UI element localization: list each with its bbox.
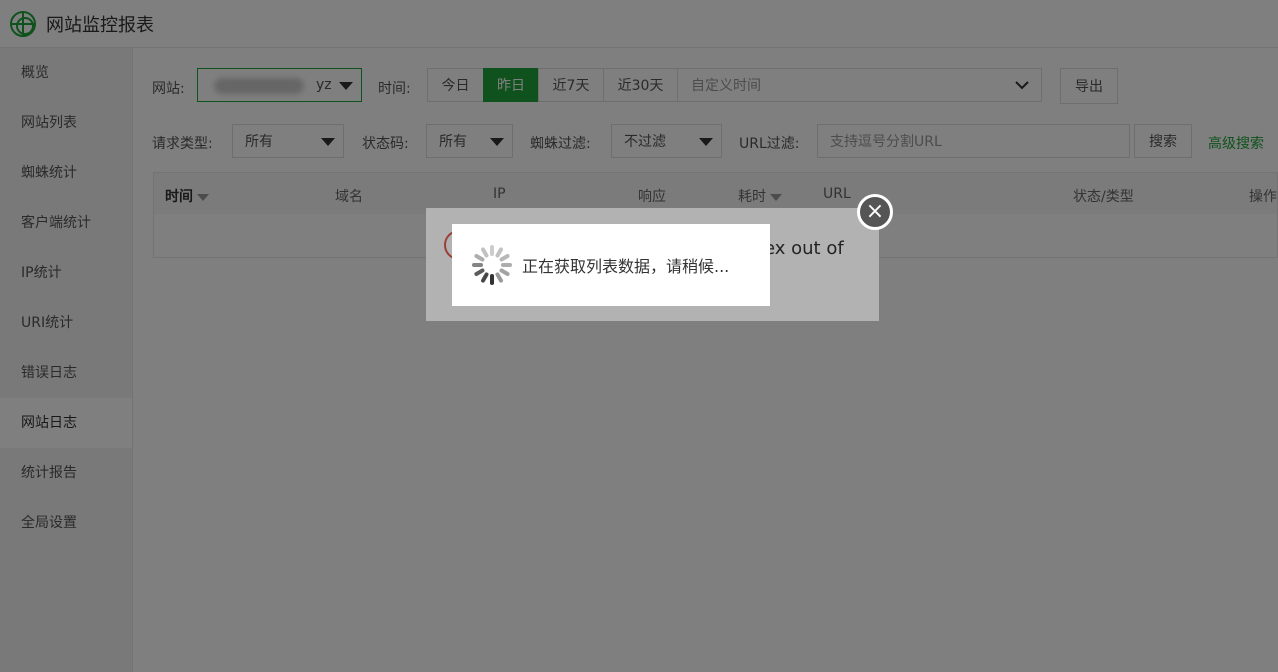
loading-spinner-icon xyxy=(472,245,512,285)
close-icon[interactable]: × xyxy=(857,194,893,230)
loading-dialog: 正在获取列表数据，请稍候... xyxy=(452,224,770,306)
loading-message: 正在获取列表数据，请稍候... xyxy=(522,257,730,276)
modal-overlay[interactable] xyxy=(0,0,1278,672)
